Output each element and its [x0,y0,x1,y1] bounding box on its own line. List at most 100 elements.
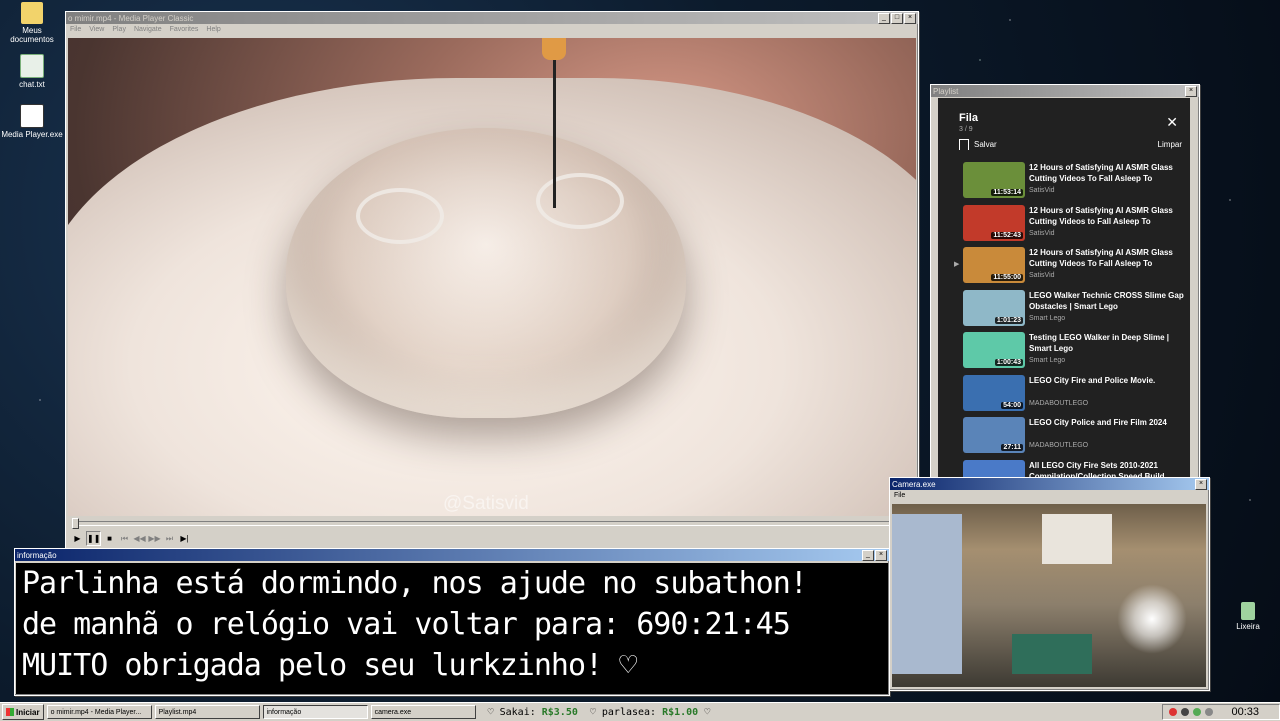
menu-favorites[interactable]: Favorites [170,26,199,33]
menu-help[interactable]: Help [206,26,220,33]
taskbar-item-label: informação [266,708,302,716]
close-button[interactable]: × [1185,85,1197,97]
video-thumbnail[interactable]: 1:01:23 [963,289,1025,326]
video-thumbnail[interactable]: 1:00:43 [963,332,1025,368]
window-title: o mimir.mp4 - Media Player Classic [68,13,194,23]
close-button[interactable]: × [875,549,887,561]
menu-view[interactable]: View [89,26,104,33]
tray-network-icon[interactable] [1181,708,1190,716]
donation-amount: R$3.50 [541,706,578,718]
menu-navigate[interactable]: Navigate [134,26,162,33]
media-player-icon [20,104,44,128]
info-window: informação _ × Parlinha está dormindo, n… [14,548,890,696]
queue-item[interactable]: 54:00 LEGO City Fire and Police Movie. MAD… [938,374,1190,417]
heart-icon: ♡ [704,706,711,718]
desktop-icon-chat-txt[interactable]: chat.txt [0,54,64,89]
queue-item[interactable]: 1:01:23 LEGO Walker Technic CROSS Slime G… [938,289,1190,332]
desktop-icon-my-documents[interactable]: Meus documentos [0,2,64,44]
video-title[interactable]: 12 Hours of Satisfying AI ASMR Glass Cut… [1029,247,1189,269]
queue-item[interactable]: ▶ 11:55:00 12 Hours of Satisfying AI ASMR … [938,247,1190,289]
video-frame-needle [553,38,556,208]
desktop-icon-media-player[interactable]: Media Player.exe [0,104,64,139]
channel-name[interactable]: SatisVid [1029,230,1055,237]
maximize-button[interactable]: □ [891,12,903,24]
tray-update-icon[interactable] [1193,708,1202,716]
channel-name[interactable]: SatisVid [1029,272,1055,279]
queue-count: 3 / 9 [959,126,973,133]
window-title: informação [17,550,57,560]
pause-icon[interactable]: ❚❚ [86,530,101,546]
frame-step-icon[interactable]: ▶| [178,532,191,545]
stop-icon[interactable]: ■ [103,532,116,545]
close-button[interactable]: × [904,12,916,24]
tray-app-icon[interactable] [1169,708,1178,716]
channel-name[interactable]: SatisVid [1029,187,1055,194]
close-icon[interactable]: ✕ [1166,114,1178,131]
taskbar-item-label: Playlist.mp4 [158,708,197,716]
minimize-button[interactable]: _ [862,549,874,561]
play-icon[interactable]: ▶ [71,532,84,545]
taskbar: Iniciar o mimir.mp4 - Media Player... Pl… [0,702,1280,721]
video-title[interactable]: LEGO City Fire and Police Movie. [1029,375,1189,386]
queue-item[interactable]: 11:52:43 12 Hours of Satisfying AI ASMR G… [938,204,1190,247]
channel-name[interactable]: MADABOUTLEGO [1029,400,1088,407]
close-button[interactable]: × [1195,478,1207,490]
clear-button[interactable]: Limpar [1158,140,1182,149]
video-title[interactable]: 12 Hours of Satisfying AI ASMR Glass Cut… [1029,205,1189,227]
video-frame-slime [286,128,686,418]
window-title: Playlist [933,86,959,96]
desktop-icon-recycle-bin[interactable]: Lixeira [1216,602,1280,631]
desktop-icon-label: Media Player.exe [1,130,63,139]
donation-ticker: ♡ Sakai: R$3.50 ♡ parlasea: R$1.00 ♡ [488,707,711,718]
video-thumbnail[interactable]: 11:52:43 [963,204,1025,241]
queue-item[interactable]: 1:00:43 Testing LEGO Walker in Deep Slime… [938,332,1190,374]
channel-name[interactable]: Smart Lego [1029,357,1065,364]
menu-bar: File View Play Navigate Favorites Help [66,24,918,35]
tray-volume-icon[interactable] [1205,708,1214,716]
video-duration: 1:00:43 [994,359,1023,366]
video-duration: 1:01:23 [994,316,1023,324]
camera-feed-lamp [1117,584,1187,654]
video-thumbnail[interactable]: 11:53:14 [963,162,1025,198]
video-title[interactable]: LEGO City Police and Fire Film 2024 [1029,417,1189,428]
previous-icon[interactable]: ⏮ [118,532,131,545]
video-title[interactable]: LEGO Walker Technic CROSS Slime Gap Obst… [1029,290,1189,312]
donor-name: parlasea: [601,706,657,718]
video-thumbnail[interactable]: 54:00 [963,374,1025,411]
queue-title: Fila [959,112,978,124]
slime-eye-right [536,173,624,229]
video-title[interactable]: 12 Hours of Satisfying AI ASMR Glass Cut… [1029,162,1189,184]
queue-item[interactable]: 11:53:14 12 Hours of Satisfying AI ASMR G… [938,162,1190,204]
minimize-button[interactable]: _ [878,12,890,24]
queue-item[interactable]: 27:11 LEGO City Police and Fire Film 2024… [938,417,1190,459]
video-display[interactable]: @Satisvid [68,38,916,516]
desktop-icon-label: chat.txt [19,80,45,89]
seek-bar[interactable] [68,518,916,529]
camera-titlebar[interactable]: Camera.exe × [890,478,1209,490]
start-label: Iniciar [16,707,40,717]
video-duration: 11:52:43 [991,231,1023,239]
video-thumbnail[interactable]: 11:55:00 [963,247,1025,283]
video-title[interactable]: Testing LEGO Walker in Deep Slime | Smar… [1029,332,1189,354]
video-thumbnail[interactable]: 27:11 [963,417,1025,453]
menu-file[interactable]: File [70,26,81,33]
media-player-titlebar[interactable]: o mimir.mp4 - Media Player Classic _ □ × [66,12,918,24]
save-button[interactable]: Salvar [974,140,997,149]
info-titlebar[interactable]: informação _ × [15,549,889,561]
taskbar-item-info[interactable]: informação [262,705,368,719]
next-icon[interactable]: ⏭ [163,532,176,545]
channel-name[interactable]: Smart Lego [1029,315,1065,322]
start-button[interactable]: Iniciar [2,704,44,720]
taskbar-item-camera[interactable]: camera.exe [370,705,476,719]
camera-feed-curtain [892,514,962,674]
playlist-titlebar[interactable]: Playlist × [931,85,1199,97]
channel-name[interactable]: MADABOUTLEGO [1029,442,1088,449]
menu-play[interactable]: Play [112,26,126,33]
clock[interactable]: 00:33 [1231,706,1259,718]
menu-file[interactable]: File [894,492,905,499]
rewind-icon[interactable]: ◀◀ [133,532,146,545]
fast-forward-icon[interactable]: ▶▶ [148,532,161,545]
taskbar-item-media-player[interactable]: o mimir.mp4 - Media Player... [46,705,152,719]
taskbar-item-playlist[interactable]: Playlist.mp4 [154,705,260,719]
seek-thumb[interactable] [72,518,79,529]
